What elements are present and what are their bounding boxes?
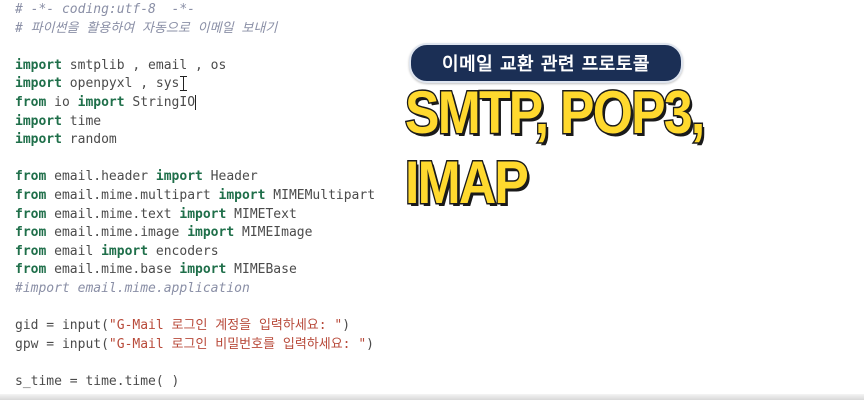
code-line: import smtplib , email , os — [15, 57, 375, 76]
code-line: from email.mime.image import MIMEImage — [15, 224, 375, 243]
code-line: from email.mime.text import MIMEText — [15, 206, 375, 225]
code-text: gid = input( — [15, 318, 109, 334]
code-text: openpyxl , sys — [61, 76, 180, 92]
code-keyword: import — [179, 206, 227, 222]
code-text: MIMEMultipart — [265, 187, 376, 203]
code-text: email.mime.image — [46, 225, 188, 241]
code-keyword: from — [15, 243, 47, 259]
code-line: from io import StringIO — [15, 94, 375, 113]
code-line: from email.mime.base import MIMEBase — [15, 261, 375, 280]
code-text: email.mime.multipart — [46, 187, 219, 203]
code-keyword: import — [101, 243, 149, 259]
code-line: # 파이썬을 활용하여 자동으로 이메일 보내기 — [15, 20, 375, 39]
code-text: ) — [366, 336, 374, 352]
code-keyword: from — [15, 206, 47, 222]
protocol-headline: SMTP, POP3, IMAP — [404, 78, 707, 218]
window-bottom-edge — [0, 394, 864, 400]
code-line: gpw = input("G-Mail 로그인 비밀번호를 입력하세요: ") — [15, 336, 375, 355]
code-line: from email import encoders — [15, 243, 375, 262]
code-keyword: from — [15, 94, 47, 110]
code-keyword: import — [218, 187, 266, 203]
code-text: s_time = time.time( ) — [15, 373, 180, 389]
ibeam-cursor-icon — [180, 76, 188, 92]
code-keyword: import — [15, 113, 62, 129]
text-caret — [195, 94, 197, 110]
code-text: random — [61, 132, 117, 148]
code-text: MIMEImage — [234, 225, 313, 241]
code-text-area[interactable]: # -*- coding:utf-8 -*- # 파이썬을 활용하여 자동으로 이… — [15, 1, 375, 391]
code-keyword: import — [15, 132, 62, 148]
code-text: time — [61, 113, 102, 129]
code-keyword: import — [15, 76, 62, 92]
code-string: "G-Mail 로그인 계정을 입력하세요: " — [108, 318, 343, 334]
code-keyword: import — [187, 225, 235, 241]
code-line: #import email.mime.application — [15, 280, 375, 299]
code-text: StringIO — [124, 94, 196, 110]
code-text: MIMEBase — [226, 262, 297, 278]
code-line: from email.header import Header — [15, 168, 375, 187]
code-keyword: from — [15, 187, 47, 203]
code-comment: #import email.mime.application — [15, 280, 250, 296]
code-keyword: from — [15, 225, 47, 241]
code-line: gid = input("G-Mail 로그인 계정을 입력하세요: ") — [15, 317, 375, 336]
code-text: Header — [202, 169, 258, 185]
code-line: import openpyxl , sys — [15, 75, 375, 94]
code-text: smtplib , email , os — [61, 57, 227, 73]
code-string: "G-Mail 로그인 비밀번호를 입력하세요: " — [108, 336, 367, 352]
code-line: import time — [15, 113, 375, 132]
code-keyword: import — [155, 169, 203, 185]
code-text: gpw = input( — [15, 336, 109, 352]
code-line: from email.mime.multipart import MIMEMul… — [15, 187, 375, 206]
code-line: s_time = time.time( ) — [15, 373, 375, 392]
code-keyword: import — [15, 57, 62, 73]
code-text: MIMEText — [226, 206, 297, 222]
code-text: email.mime.text — [46, 206, 180, 222]
code-line: # -*- coding:utf-8 -*- — [15, 1, 375, 20]
code-text: email.mime.base — [46, 262, 180, 278]
code-keyword: import — [179, 262, 227, 278]
code-comment: # -*- coding:utf-8 -*- — [15, 2, 196, 17]
code-keyword: import — [77, 94, 125, 110]
code-text: ) — [342, 318, 351, 334]
code-text: io — [46, 94, 78, 110]
code-keyword: from — [15, 262, 47, 278]
code-keyword: from — [15, 169, 47, 185]
topic-badge-label: 이메일 교환 관련 프로토콜 — [442, 54, 650, 75]
code-text: encoders — [148, 243, 219, 259]
code-line: import random — [15, 131, 375, 150]
code-text: email — [46, 243, 102, 259]
code-comment: # 파이썬을 활용하여 자동으로 이메일 보내기 — [15, 20, 278, 36]
topic-badge: 이메일 교환 관련 프로토콜 — [409, 43, 683, 83]
code-text: email.header — [46, 169, 156, 185]
